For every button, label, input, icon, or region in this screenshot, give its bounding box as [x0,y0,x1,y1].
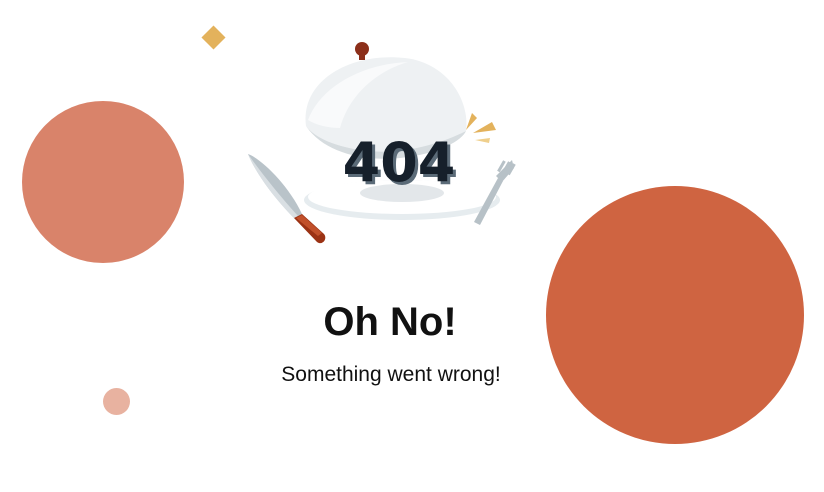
error-page: 404 404 Oh No! Something went wrong! [0,0,824,492]
sparkle-icon [466,113,496,143]
error-code: 404 [343,131,456,194]
decorative-circle-small [103,388,130,415]
error-message: Something went wrong! [281,363,501,386]
error-heading: Oh No! [323,300,457,344]
decorative-diamond [201,25,226,50]
404-illustration: 404 404 [248,42,516,244]
decorative-circle-left [22,101,184,263]
